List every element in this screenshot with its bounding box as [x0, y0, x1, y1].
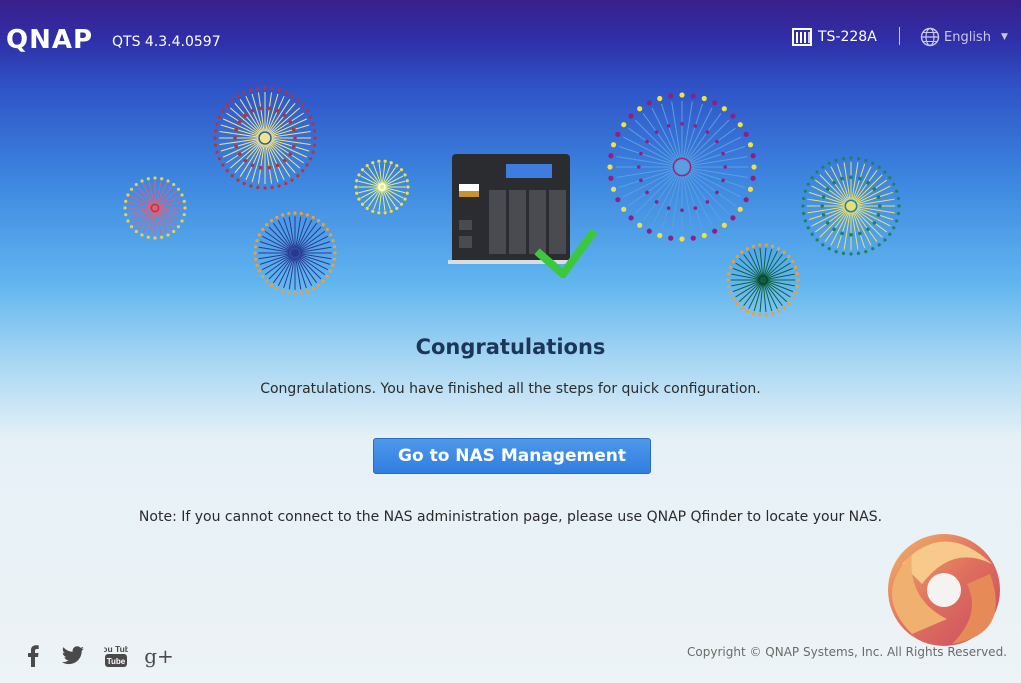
firework — [123, 176, 187, 240]
facebook-icon[interactable] — [18, 641, 48, 671]
page-title: Congratulations — [415, 335, 606, 359]
go-to-nas-management-button[interactable]: Go to NAS Management — [373, 438, 651, 474]
svg-text:Tube: Tube — [107, 657, 126, 666]
firework — [213, 86, 317, 190]
youtube-icon[interactable]: You Tube Tube — [101, 641, 131, 671]
firework — [801, 156, 901, 256]
nas-device-illustration — [448, 154, 598, 278]
qfinder-note: Note: If you cannot connect to the NAS a… — [138, 509, 883, 525]
firework — [607, 92, 757, 242]
success-message: Congratulations. You have finished all t… — [260, 381, 761, 397]
google-plus-icon[interactable]: g+ — [144, 641, 174, 671]
firework — [253, 211, 337, 295]
firework — [726, 243, 800, 317]
watermark-logo — [888, 534, 1000, 646]
firework — [354, 159, 410, 215]
twitter-icon[interactable] — [58, 641, 88, 671]
svg-text:You Tube: You Tube — [104, 644, 128, 654]
